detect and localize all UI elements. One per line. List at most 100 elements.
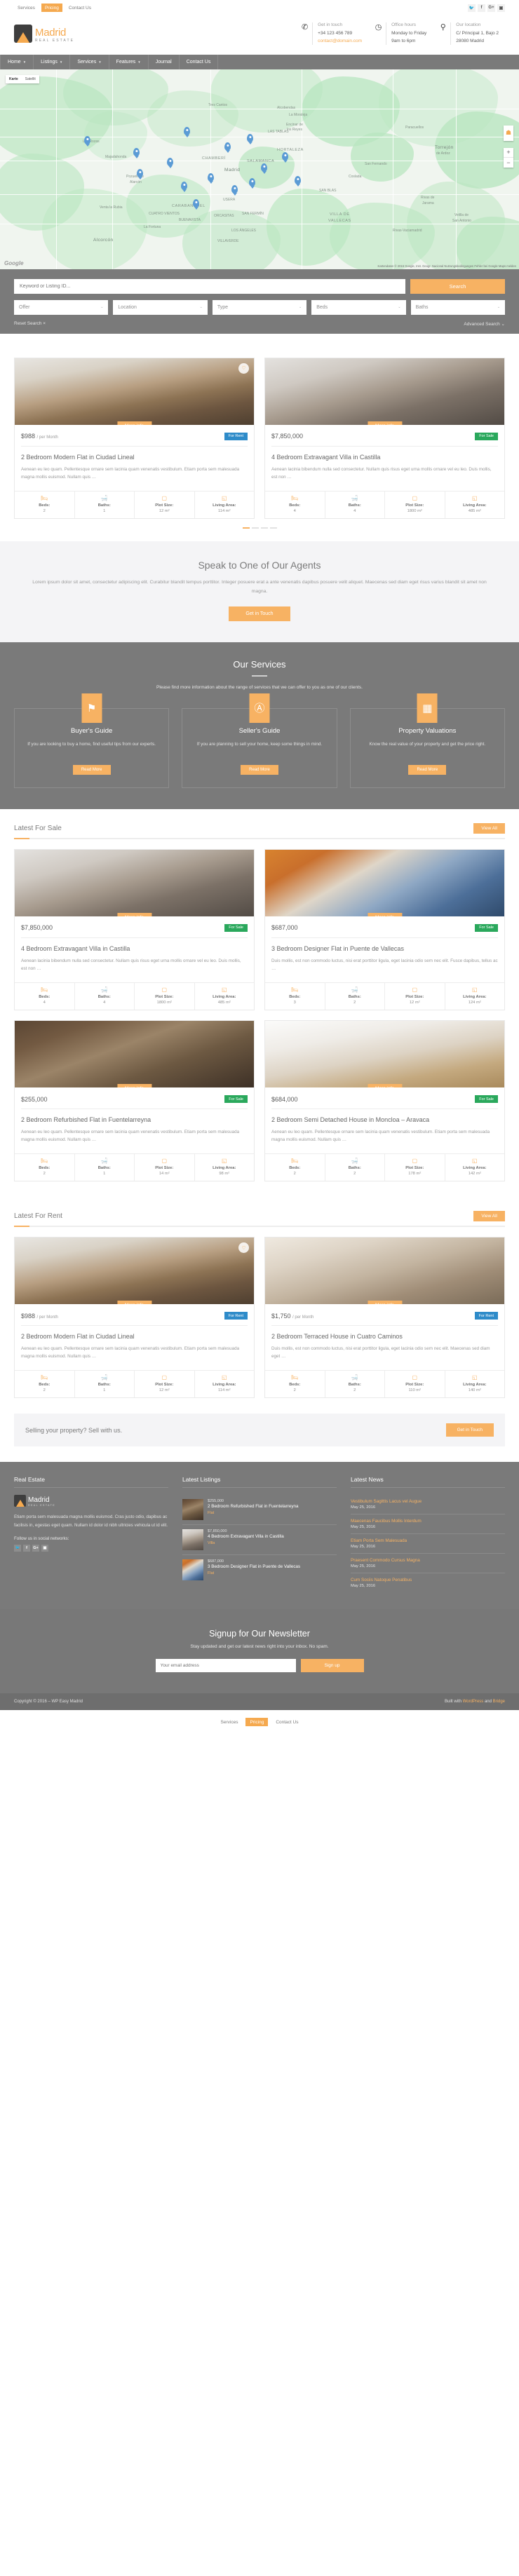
nav-item-features[interactable]: Features ▼ [109,55,149,69]
map-zoom-control[interactable]: + − [504,148,513,168]
instagram-icon[interactable]: ▣ [41,1545,48,1552]
property-card[interactable]: More info $7,850,000 For Sale 4 Bedroom Ext… [264,358,505,519]
top-bar-link-pricing[interactable]: Pricing [41,4,62,12]
map-property-pin[interactable] [137,169,143,177]
map-property-pin[interactable] [193,199,199,208]
more-info-button[interactable]: More info [117,1084,151,1087]
newsletter-signup-button[interactable]: Sign up [301,1659,364,1672]
footer-listing-category[interactable]: Flat [208,1571,300,1575]
property-card[interactable]: ♡ More info $988 / per Month For Rent 2 Bedr… [14,358,255,519]
map-property-pin[interactable] [133,148,140,156]
beds-select[interactable]: Beds ⌄ [311,300,405,315]
property-title[interactable]: 2 Bedroom Refurbished Flat in Fuentelarr… [21,1116,248,1124]
footer-listing-title[interactable]: 4 Bedroom Extravagant Villa in Castilla [208,1534,284,1540]
map-property-pin[interactable] [282,152,288,161]
property-card[interactable]: More info$1,750 / per MonthFor Rent2 Bed… [264,1237,505,1398]
map-type-control[interactable]: Karte Satellit [6,75,39,83]
more-info-button[interactable]: More info [368,1084,402,1087]
map-zoom-in-button[interactable]: + [504,148,513,158]
property-title[interactable]: 2 Bedroom Modern Flat in Ciudad Lineal [21,1332,248,1341]
offer-select[interactable]: Offer ⌄ [14,300,108,315]
carousel-dot[interactable] [252,527,259,529]
footer-news-item[interactable]: Etiam Porta Sem Malesuada May 25, 2016 [351,1534,505,1554]
footer-news-item[interactable]: Cum Sociis Natoque Penatibus May 25, 2016 [351,1573,505,1592]
nav-item-services[interactable]: Services ▼ [70,55,109,69]
property-title[interactable]: 4 Bedroom Extravagant Villa in Castilla [21,944,248,953]
carousel-dots[interactable] [14,519,505,529]
baths-select[interactable]: Baths ⌄ [411,300,505,315]
map-property-pin[interactable] [231,185,238,194]
footer-news-item[interactable]: Maecenas Faucibus Mollis Interdum May 25,… [351,1514,505,1534]
map-zoom-out-button[interactable]: − [504,158,513,168]
more-info-button[interactable]: More info [368,913,402,916]
map-property-pin[interactable] [84,136,90,144]
property-card[interactable]: More info $687,000 For Sale 3 Bedroom Desig… [264,849,505,1010]
footer-listing-category[interactable]: Villa [208,1541,284,1545]
view-all-for-sale-button[interactable]: View All [473,823,505,834]
search-input[interactable] [14,279,405,294]
footer-listing-item[interactable]: $7,850,000 4 Bedroom Extravagant Villa in… [182,1525,337,1555]
property-image[interactable]: More info [15,850,254,916]
map-property-pin[interactable] [184,127,190,135]
service-read-more-button[interactable]: Read More [241,765,278,775]
favorite-icon[interactable]: ♡ [238,363,249,374]
get-in-touch-button[interactable]: Get in Touch [229,606,290,621]
property-image[interactable]: More info [265,358,504,425]
footer-news-title[interactable]: Praesent Commodo Cursus Magna [351,1558,505,1563]
footer-listing-title[interactable]: 3 Bedroom Designer Flat in Puente de Val… [208,1564,300,1571]
wordpress-link[interactable]: WordPress [463,1700,484,1704]
footer-news-item[interactable]: Praesent Commodo Cursus Magna May 25, 201… [351,1554,505,1573]
property-image[interactable]: More info [15,1021,254,1087]
service-read-more-button[interactable]: Read More [408,765,446,775]
footer-news-title[interactable]: Cum Sociis Natoque Penatibus [351,1578,505,1582]
instagram-icon[interactable]: ▣ [497,4,505,12]
carousel-dot[interactable] [261,527,268,529]
sell-banner-button[interactable]: Get in Touch [446,1423,494,1437]
google-plus-icon[interactable]: G+ [487,4,495,12]
view-all-for-rent-button[interactable]: View All [473,1211,505,1221]
top-bar-link-services[interactable]: Services [14,4,39,12]
newsletter-email-input[interactable] [156,1659,296,1672]
property-title[interactable]: 4 Bedroom Extravagant Villa in Castilla [271,453,498,461]
facebook-icon[interactable]: f [478,4,485,12]
nav-item-journal[interactable]: Journal [149,55,180,69]
footer-listing-title[interactable]: 2 Bedroom Refurbished Flat in Fuentelarr… [208,1504,299,1510]
carousel-dot[interactable] [243,527,250,529]
twitter-icon[interactable]: 🐦 [468,4,476,12]
bottom-bar-link-pricing[interactable]: Pricing [245,1718,268,1726]
twitter-icon[interactable]: 🐦 [14,1545,21,1552]
map-type-satellit[interactable]: Satellit [22,75,39,83]
top-bar-link-contact-us[interactable]: Contact Us [65,4,95,12]
property-title[interactable]: 2 Bedroom Modern Flat in Ciudad Lineal [21,453,248,461]
map-property-pin[interactable] [167,158,173,166]
footer-logo[interactable]: Madrid REAL ESTATE [14,1495,168,1507]
site-logo[interactable]: Madrid REAL ESTATE [14,25,74,43]
property-card[interactable]: More info $7,850,000 For Sale 4 Bedroom Ext… [14,849,255,1010]
facebook-icon[interactable]: f [23,1545,30,1552]
map-type-karte[interactable]: Karte [6,75,22,83]
property-title[interactable]: 2 Bedroom Terraced House in Cuatro Camin… [271,1332,498,1341]
more-info-button[interactable]: More info [117,1301,151,1304]
properties-map[interactable]: La Moraleja Encinar de los Reyes Paracuello… [0,69,519,269]
property-image[interactable]: More info [265,1238,504,1304]
more-info-button[interactable]: More info [368,1301,402,1304]
footer-listing-item[interactable]: $687,000 3 Bedroom Designer Flat in Puent… [182,1555,337,1585]
reset-search-link[interactable]: Reset Search × [14,321,46,327]
more-info-button[interactable]: More info [117,421,151,425]
property-image[interactable]: More info [265,850,504,916]
map-property-pin[interactable] [261,163,267,172]
property-card[interactable]: ♡ More info $988 / per Month For Rent 2 Bedr… [14,1237,255,1398]
nav-item-listings[interactable]: Listings ▼ [34,55,70,69]
search-button[interactable]: Search [410,279,505,294]
bottom-bar-link-contact-us[interactable]: Contact Us [271,1718,302,1726]
map-property-pin[interactable] [247,134,253,142]
property-card[interactable]: More info $255,000 For Sale 2 Bedroom Refur… [14,1020,255,1181]
header-info-line2[interactable]: contact@domain.com [318,37,362,45]
map-property-pin[interactable] [249,178,255,187]
more-info-button[interactable]: More info [368,421,402,425]
carousel-dot[interactable] [270,527,277,529]
property-image[interactable]: ♡More info [15,1238,254,1304]
bottom-bar-link-services[interactable]: Services [217,1718,243,1726]
nav-item-home[interactable]: Home ▼ [0,55,34,69]
map-property-pin[interactable] [181,182,187,190]
